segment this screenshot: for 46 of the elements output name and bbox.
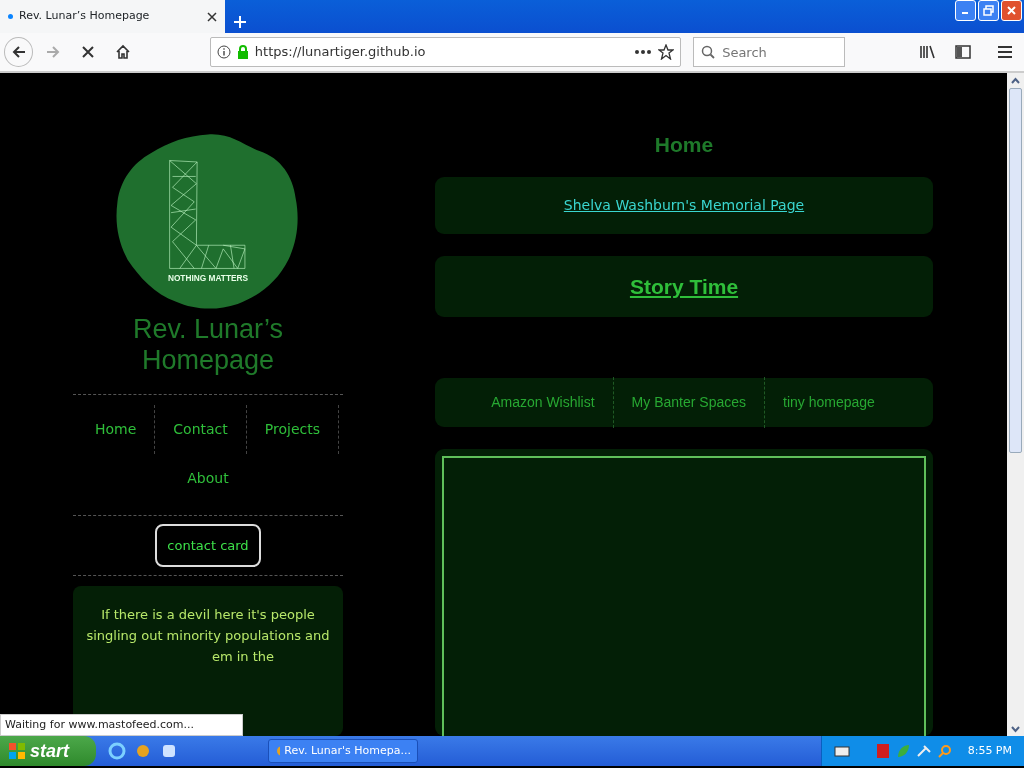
browser-icon[interactable]	[108, 742, 126, 760]
close-icon[interactable]	[207, 11, 217, 22]
tab-title: Rev. Lunar’s Homepage	[19, 8, 150, 25]
browser-tab[interactable]: Rev. Lunar’s Homepage	[0, 0, 225, 33]
nav-link[interactable]: About	[169, 453, 247, 503]
close-icon	[1006, 5, 1017, 16]
nav-link[interactable]: My Banter Spaces	[613, 377, 765, 428]
nav-link[interactable]: Contact	[155, 404, 247, 454]
nav-link[interactable]: tiny homepage	[765, 377, 915, 428]
search-field[interactable]: Search	[693, 37, 846, 67]
url-text: https://lunartiger.github.io	[254, 43, 426, 62]
scrollbar[interactable]	[1007, 73, 1024, 736]
clock: 8:55 PM	[967, 742, 1012, 759]
app-icon[interactable]	[160, 742, 178, 760]
story-link[interactable]: Story Time	[629, 270, 739, 303]
page-heading: Home	[653, 132, 715, 158]
address-bar[interactable]: https://lunartiger.github.io	[209, 37, 682, 67]
logo-caption: NOTHING MATTERS	[167, 273, 249, 284]
site-title: Rev. Lunar’s Homepage	[131, 313, 285, 376]
close-button[interactable]	[1001, 0, 1022, 21]
nav-link[interactable]: Amazon Wishlist	[473, 377, 614, 428]
star-icon[interactable]	[658, 44, 675, 60]
contact-card-button[interactable]: contact card	[155, 523, 261, 568]
lock-icon	[236, 45, 249, 59]
nav-link[interactable]: Projects	[246, 404, 339, 454]
memorial-link[interactable]: Shelva Washburn's Memorial Page	[563, 194, 805, 216]
keyboard-icon[interactable]	[833, 745, 850, 757]
windows-logo	[8, 742, 26, 760]
minimize-button[interactable]	[955, 0, 976, 21]
taskbar-button[interactable]: Rev. Lunar's Homepa...	[268, 739, 418, 763]
status-text: Waiting for www.mastofeed.com...	[0, 713, 243, 736]
scroll-thumb[interactable]	[1009, 88, 1022, 453]
info-icon[interactable]	[216, 45, 231, 59]
app-icon[interactable]	[134, 742, 152, 760]
plug-icon[interactable]	[915, 744, 932, 758]
more-icon[interactable]	[634, 49, 653, 55]
back-icon	[10, 44, 27, 60]
forward-icon	[45, 44, 62, 60]
new-tab-icon[interactable]	[233, 15, 247, 29]
app-icon	[275, 744, 281, 758]
stop-icon	[81, 45, 96, 59]
nav-link[interactable]: Home	[77, 404, 156, 454]
quote-text: If there is a devil here it's people singling out minority populations and em in the	[85, 606, 331, 667]
start-button[interactable]: start	[0, 736, 96, 766]
restore-button[interactable]	[978, 0, 999, 21]
restore-icon	[983, 5, 994, 16]
